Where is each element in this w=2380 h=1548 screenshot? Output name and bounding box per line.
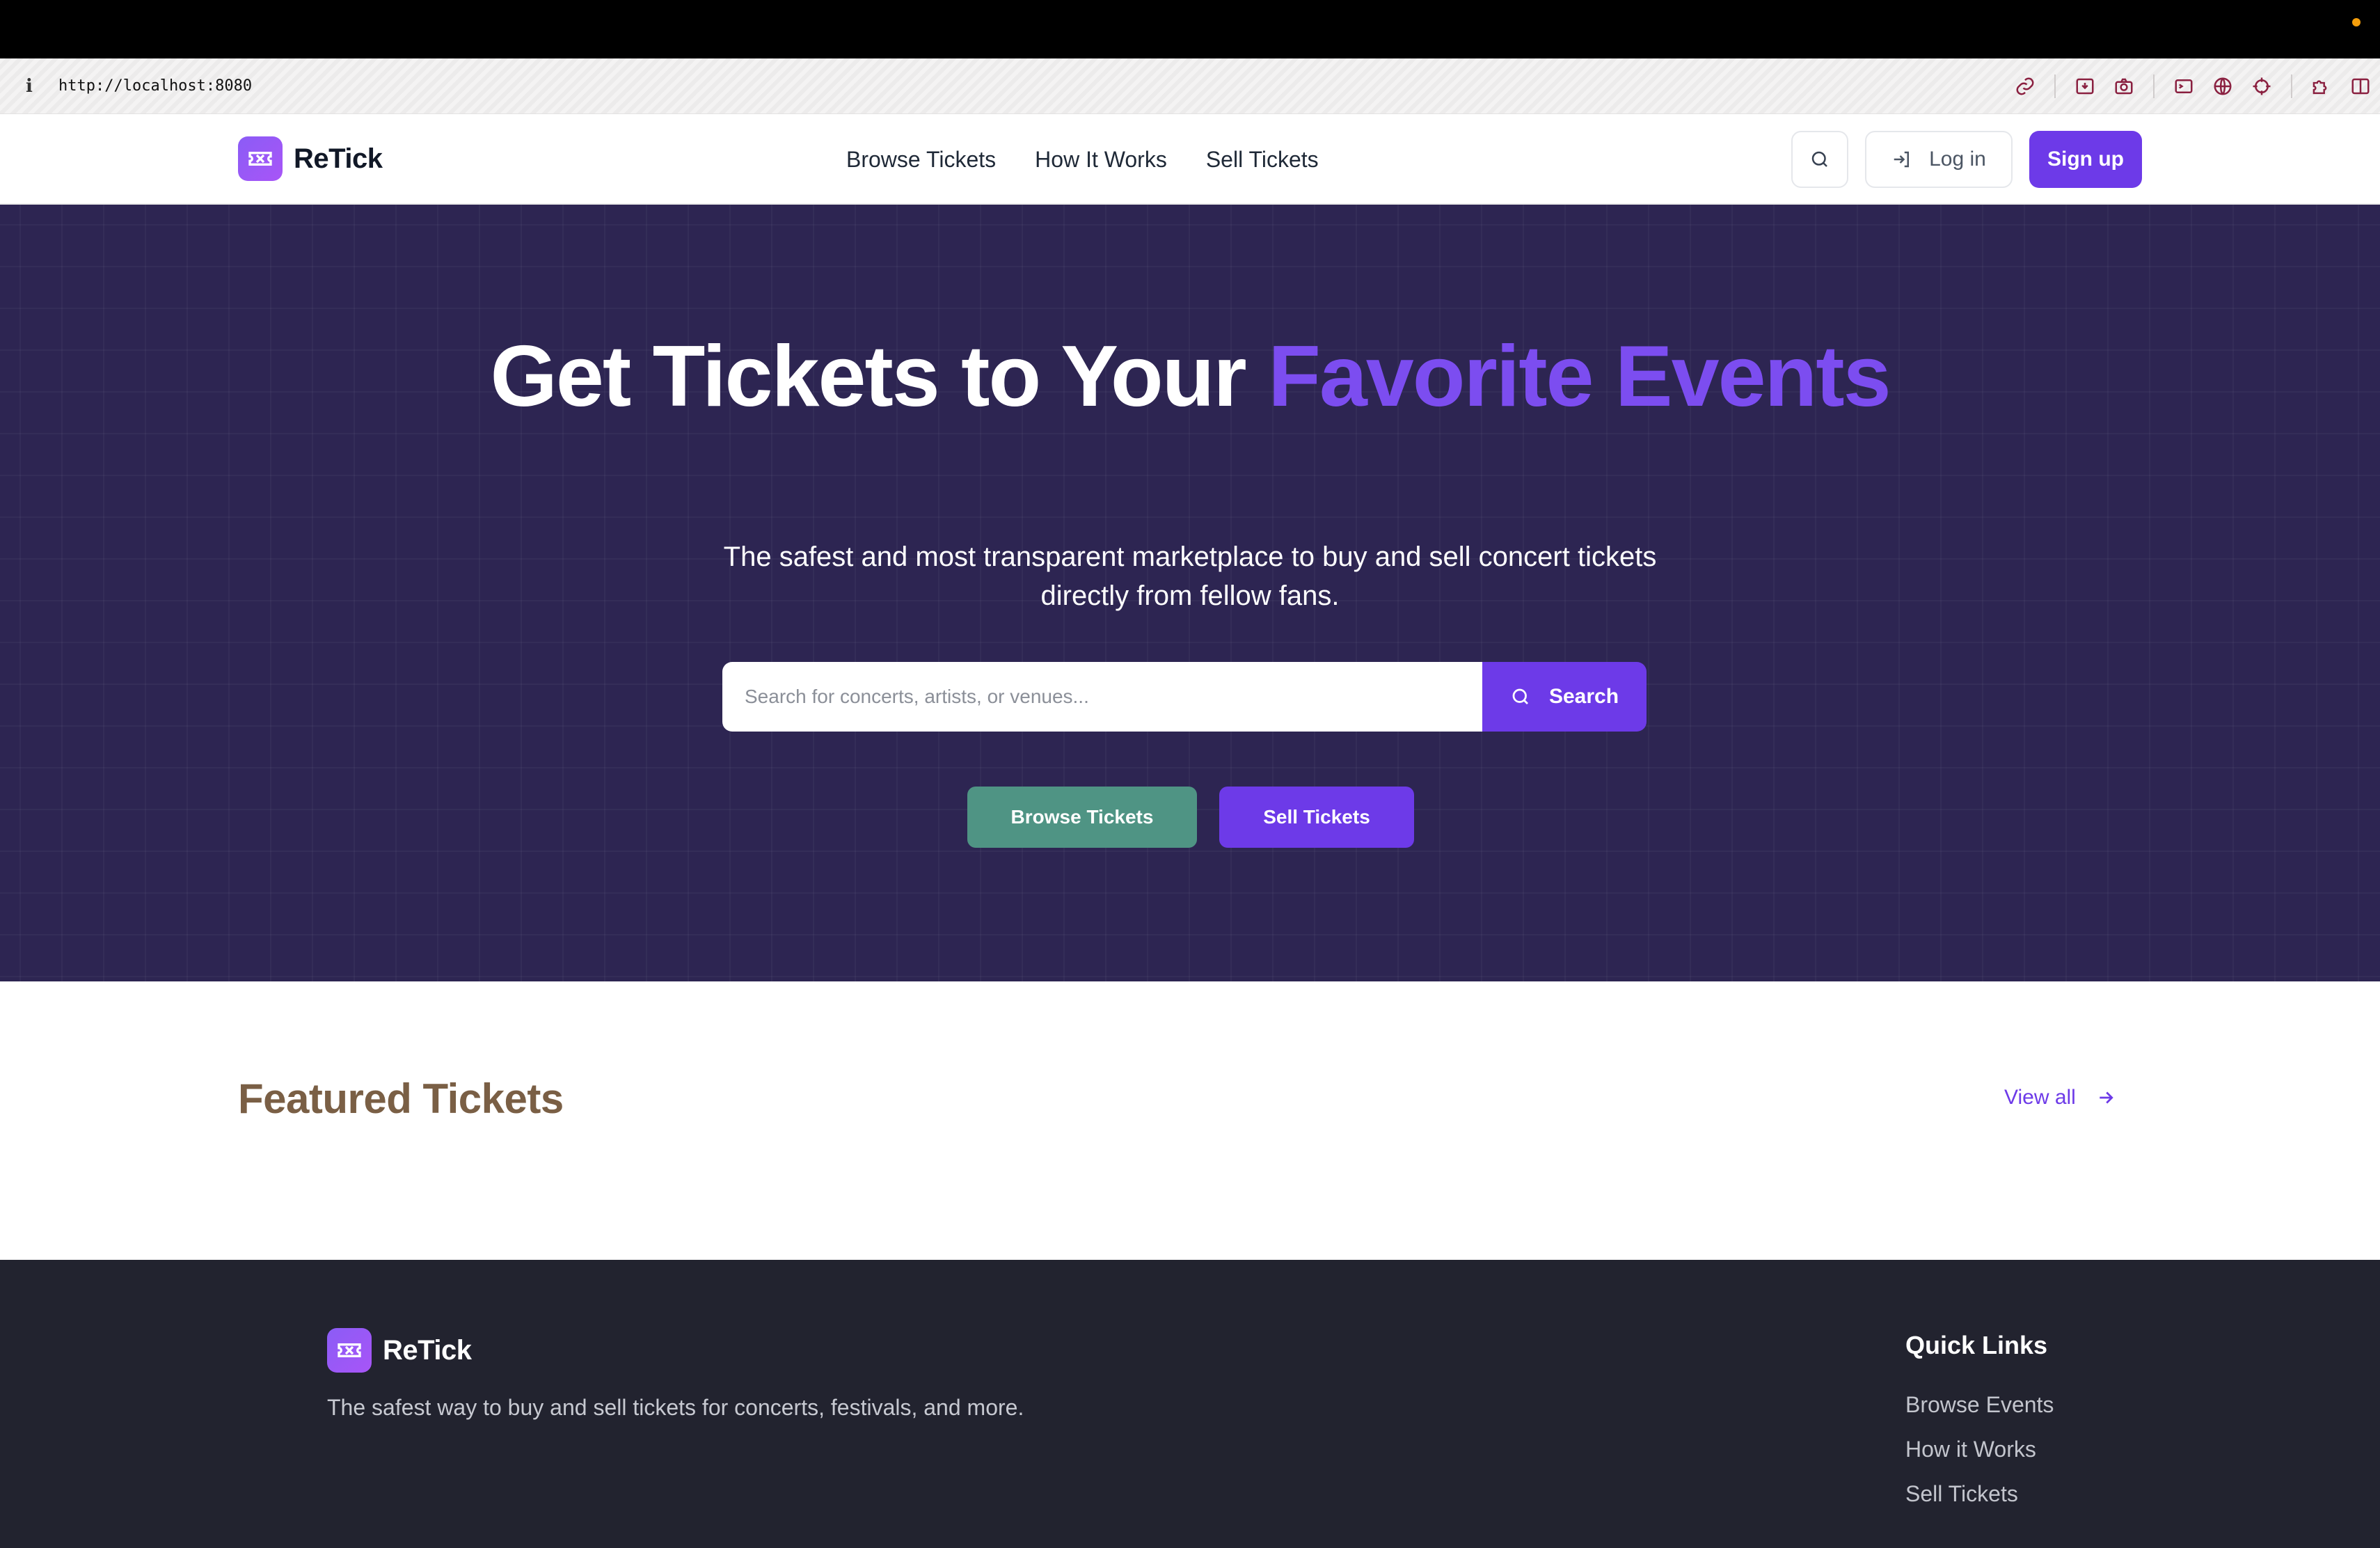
link-icon[interactable]: [2006, 67, 2045, 106]
nav-browse-tickets[interactable]: Browse Tickets: [846, 147, 996, 173]
search-input[interactable]: [722, 662, 1482, 732]
site-header: ReTick Browse Tickets How It Works Sell …: [0, 114, 2380, 205]
footer-link-sell-tickets[interactable]: Sell Tickets: [1905, 1478, 2054, 1523]
featured-title: Featured Tickets: [238, 1075, 564, 1122]
nav-how-it-works[interactable]: How It Works: [1035, 147, 1167, 173]
header-brand[interactable]: ReTick: [238, 136, 383, 181]
footer-link-how-it-works[interactable]: How it Works: [1905, 1434, 2054, 1478]
search-icon: [1811, 151, 1827, 167]
search-button-label: Search: [1548, 685, 1619, 708]
sidebar-toggle-icon[interactable]: [2341, 67, 2380, 106]
footer-brand-name: ReTick: [383, 1334, 472, 1366]
ticket-icon: [238, 136, 283, 181]
extension-icon[interactable]: [2302, 67, 2341, 106]
signup-button[interactable]: Sign up: [2029, 131, 2142, 188]
hero-title-main: Get Tickets to Your: [490, 329, 1269, 425]
login-icon: [1894, 151, 1910, 168]
search-button[interactable]: Search: [1482, 662, 1647, 732]
download-icon[interactable]: [2065, 67, 2104, 106]
status-dot: [2352, 18, 2361, 26]
login-label: Log in: [1929, 148, 1986, 171]
footer-brand[interactable]: ReTick: [327, 1328, 472, 1373]
quick-links-list: Browse Events How it Works Sell Tickets: [1905, 1389, 2054, 1523]
footer-link-browse-events[interactable]: Browse Events: [1905, 1389, 2054, 1434]
url-field[interactable]: http://localhost:8080: [58, 77, 252, 95]
featured-section: Featured Tickets View all: [0, 981, 2380, 1260]
view-all-link[interactable]: View all: [2004, 1086, 2116, 1109]
hero-section: Get Tickets to Your Favorite Events The …: [0, 205, 2380, 981]
nav-sell-tickets[interactable]: Sell Tickets: [1206, 147, 1319, 173]
browser-toolbar: [2006, 58, 2380, 114]
crosshair-icon[interactable]: [2242, 67, 2281, 106]
terminal-icon[interactable]: [2164, 67, 2203, 106]
site-footer: ReTick The safest way to buy and sell ti…: [0, 1260, 2380, 1548]
brand-name: ReTick: [294, 143, 383, 174]
site-info-icon[interactable]: i: [0, 76, 58, 97]
browser-address-bar: i http://localhost:8080: [0, 58, 2380, 114]
main-nav: Browse Tickets How It Works Sell Tickets: [846, 114, 1319, 205]
header-actions: Log in Sign up: [1791, 131, 2142, 188]
hero-title: Get Tickets to Your Favorite Events: [0, 333, 2380, 420]
system-bar: [0, 0, 2380, 58]
footer-tagline: The safest way to buy and sell tickets f…: [327, 1395, 1024, 1420]
globe-icon[interactable]: [2203, 67, 2242, 106]
hero-subtitle: The safest and most transparent marketpl…: [723, 542, 1657, 611]
login-button[interactable]: Log in: [1865, 131, 2013, 188]
arrow-right-icon: [2100, 1091, 2113, 1104]
hero-cta-group: Browse Tickets Sell Tickets: [967, 787, 1414, 848]
search-icon: [1512, 688, 1528, 704]
quick-links-title: Quick Links: [1905, 1331, 2048, 1359]
view-all-label: View all: [2004, 1086, 2076, 1109]
sell-tickets-button[interactable]: Sell Tickets: [1219, 787, 1414, 848]
header-search-button[interactable]: [1791, 131, 1848, 188]
ticket-icon: [327, 1328, 372, 1373]
camera-icon[interactable]: [2104, 67, 2143, 106]
hero-title-accent: Favorite Events: [1268, 329, 1891, 425]
browse-tickets-button[interactable]: Browse Tickets: [967, 787, 1197, 848]
hero-search: Search: [722, 662, 1647, 732]
